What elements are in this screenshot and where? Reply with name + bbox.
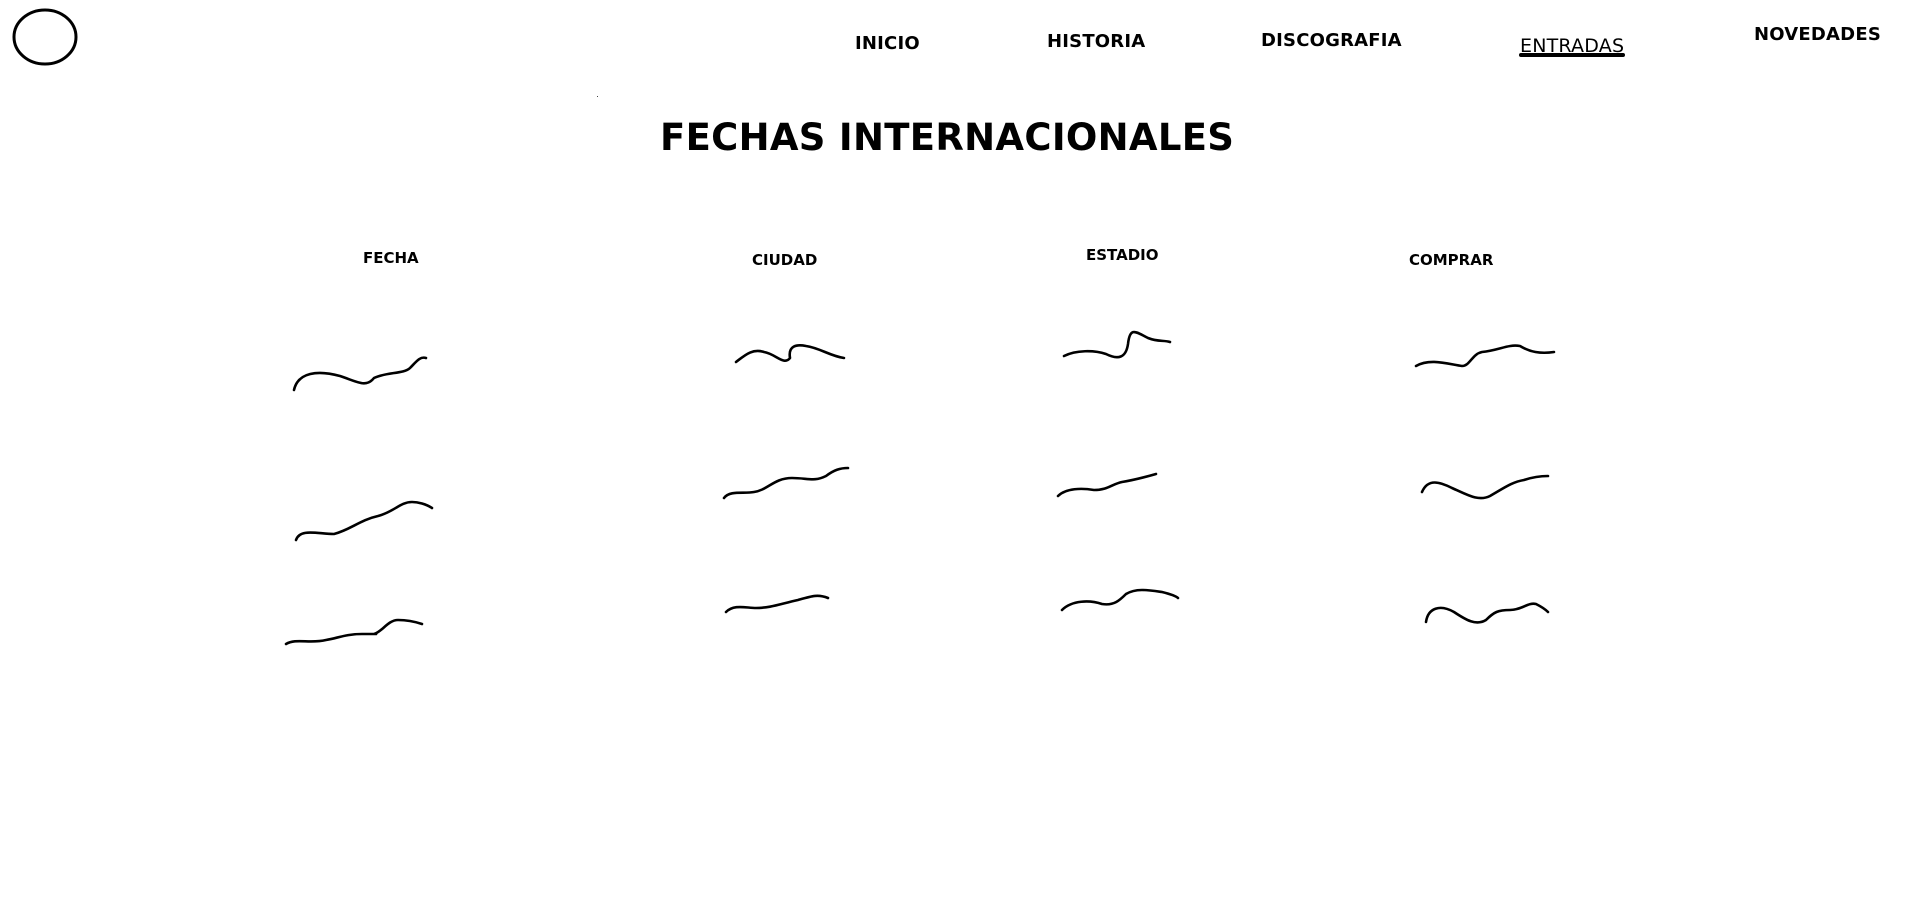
cell-fecha-row-3-placeholder bbox=[284, 618, 424, 646]
cell-ciudad-row-1-placeholder bbox=[734, 344, 846, 364]
cell-ciudad-row-2-placeholder bbox=[722, 466, 850, 500]
cell-ciudad-row-3-placeholder bbox=[724, 594, 830, 614]
cell-fecha-row-1-placeholder bbox=[292, 356, 428, 392]
cell-comprar-row-2-placeholder bbox=[1420, 474, 1550, 500]
cell-estadio-row-1-placeholder bbox=[1062, 330, 1172, 359]
dates-table-scribbles bbox=[284, 330, 1556, 646]
cell-fecha-row-2-placeholder bbox=[294, 500, 434, 542]
cell-comprar-row-1-placeholder bbox=[1414, 344, 1556, 368]
cell-comprar-row-3-placeholder bbox=[1424, 602, 1550, 624]
cell-estadio-row-2-placeholder bbox=[1056, 472, 1158, 498]
cell-estadio-row-3-placeholder bbox=[1060, 588, 1180, 612]
